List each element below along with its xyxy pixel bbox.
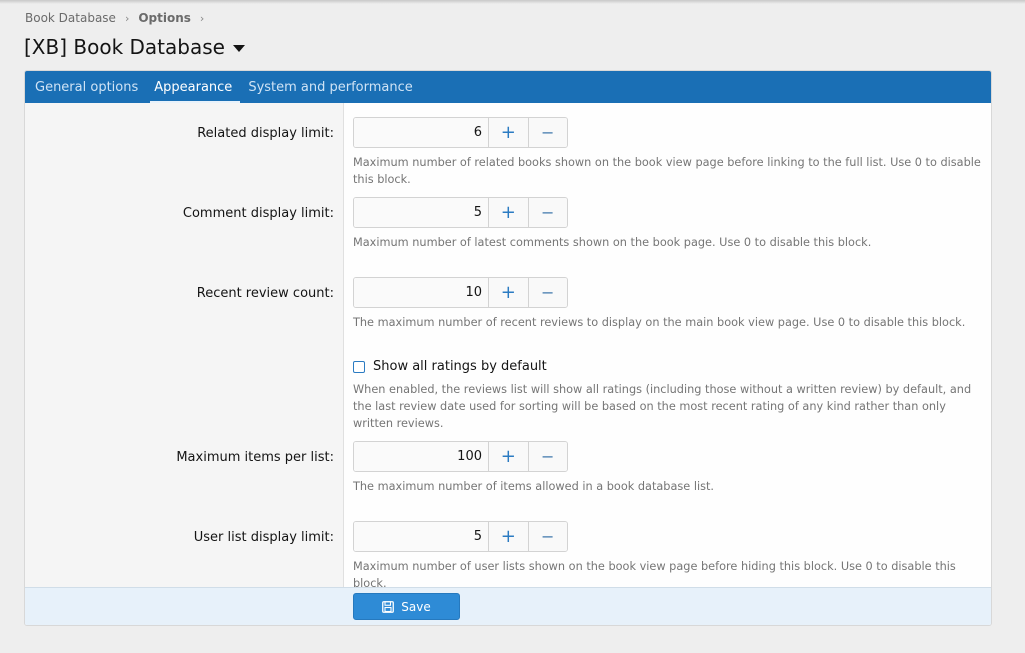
decrement-button[interactable]: − — [527, 522, 567, 551]
maximum-items-per-list-input[interactable] — [354, 442, 488, 471]
decrement-button[interactable]: − — [527, 198, 567, 227]
increment-button[interactable]: + — [488, 522, 528, 551]
recent-review-count-input[interactable] — [354, 278, 488, 307]
comment-display-limit-input[interactable] — [354, 198, 488, 227]
recent-review-count-hint: The maximum number of recent reviews to … — [353, 316, 966, 329]
save-icon — [382, 600, 395, 613]
tab-bar: General options Appearance System and pe… — [25, 71, 991, 103]
comment-display-limit-label: Comment display limit: — [182, 206, 334, 221]
page-title-wrap[interactable]: [XB] Book Database — [24, 35, 245, 59]
breadcrumb-book-database[interactable]: Book Database — [25, 11, 116, 25]
increment-button[interactable]: + — [488, 278, 528, 307]
user-list-display-limit-input[interactable] — [354, 522, 488, 551]
show-all-ratings-label[interactable]: Show all ratings by default — [373, 359, 547, 374]
show-all-ratings-hint: When enabled, the reviews list will show… — [353, 383, 972, 430]
breadcrumb: Book Database › Options › — [25, 11, 213, 25]
label-column — [25, 103, 344, 589]
related-display-limit-input[interactable] — [354, 118, 488, 147]
decrement-button[interactable]: − — [527, 118, 567, 147]
tab-general-options[interactable]: General options — [27, 71, 146, 103]
options-panel: General options Appearance System and pe… — [24, 70, 992, 626]
save-button[interactable]: Save — [353, 593, 460, 620]
recent-review-count-label: Recent review count: — [196, 286, 334, 301]
page-title: [XB] Book Database — [24, 35, 225, 59]
increment-button[interactable]: + — [488, 118, 528, 147]
user-list-display-limit-stepper: + − — [353, 521, 568, 552]
form-body: Related display limit: + − Maximum numbe… — [25, 103, 991, 590]
show-all-ratings-checkbox[interactable] — [353, 360, 365, 373]
related-display-limit-stepper: + − — [353, 117, 568, 148]
form-footer: Save — [25, 587, 991, 625]
increment-button[interactable]: + — [488, 442, 528, 471]
show-all-ratings-row[interactable]: Show all ratings by default — [353, 359, 547, 374]
recent-review-count-stepper: + − — [353, 277, 568, 308]
top-shadow — [0, 0, 1025, 4]
comment-display-limit-stepper: + − — [353, 197, 568, 228]
maximum-items-per-list-stepper: + − — [353, 441, 568, 472]
related-display-limit-hint: Maximum number of related books shown on… — [353, 156, 981, 186]
chevron-right-icon: › — [124, 11, 130, 25]
user-list-display-limit-label: User list display limit: — [193, 530, 334, 545]
tab-system-and-performance[interactable]: System and performance — [240, 71, 420, 103]
related-display-limit-label: Related display limit: — [197, 126, 334, 141]
save-label: Save — [401, 599, 431, 614]
tab-appearance[interactable]: Appearance — [146, 71, 241, 103]
decrement-button[interactable]: − — [527, 278, 567, 307]
increment-button[interactable]: + — [488, 198, 528, 227]
decrement-button[interactable]: − — [527, 442, 567, 471]
breadcrumb-options[interactable]: Options — [138, 11, 191, 25]
maximum-items-per-list-hint: The maximum number of items allowed in a… — [353, 480, 715, 493]
chevron-right-icon: › — [199, 11, 205, 25]
comment-display-limit-hint: Maximum number of latest comments shown … — [353, 236, 872, 249]
maximum-items-per-list-label: Maximum items per list: — [176, 450, 334, 465]
caret-down-icon[interactable] — [232, 44, 245, 52]
